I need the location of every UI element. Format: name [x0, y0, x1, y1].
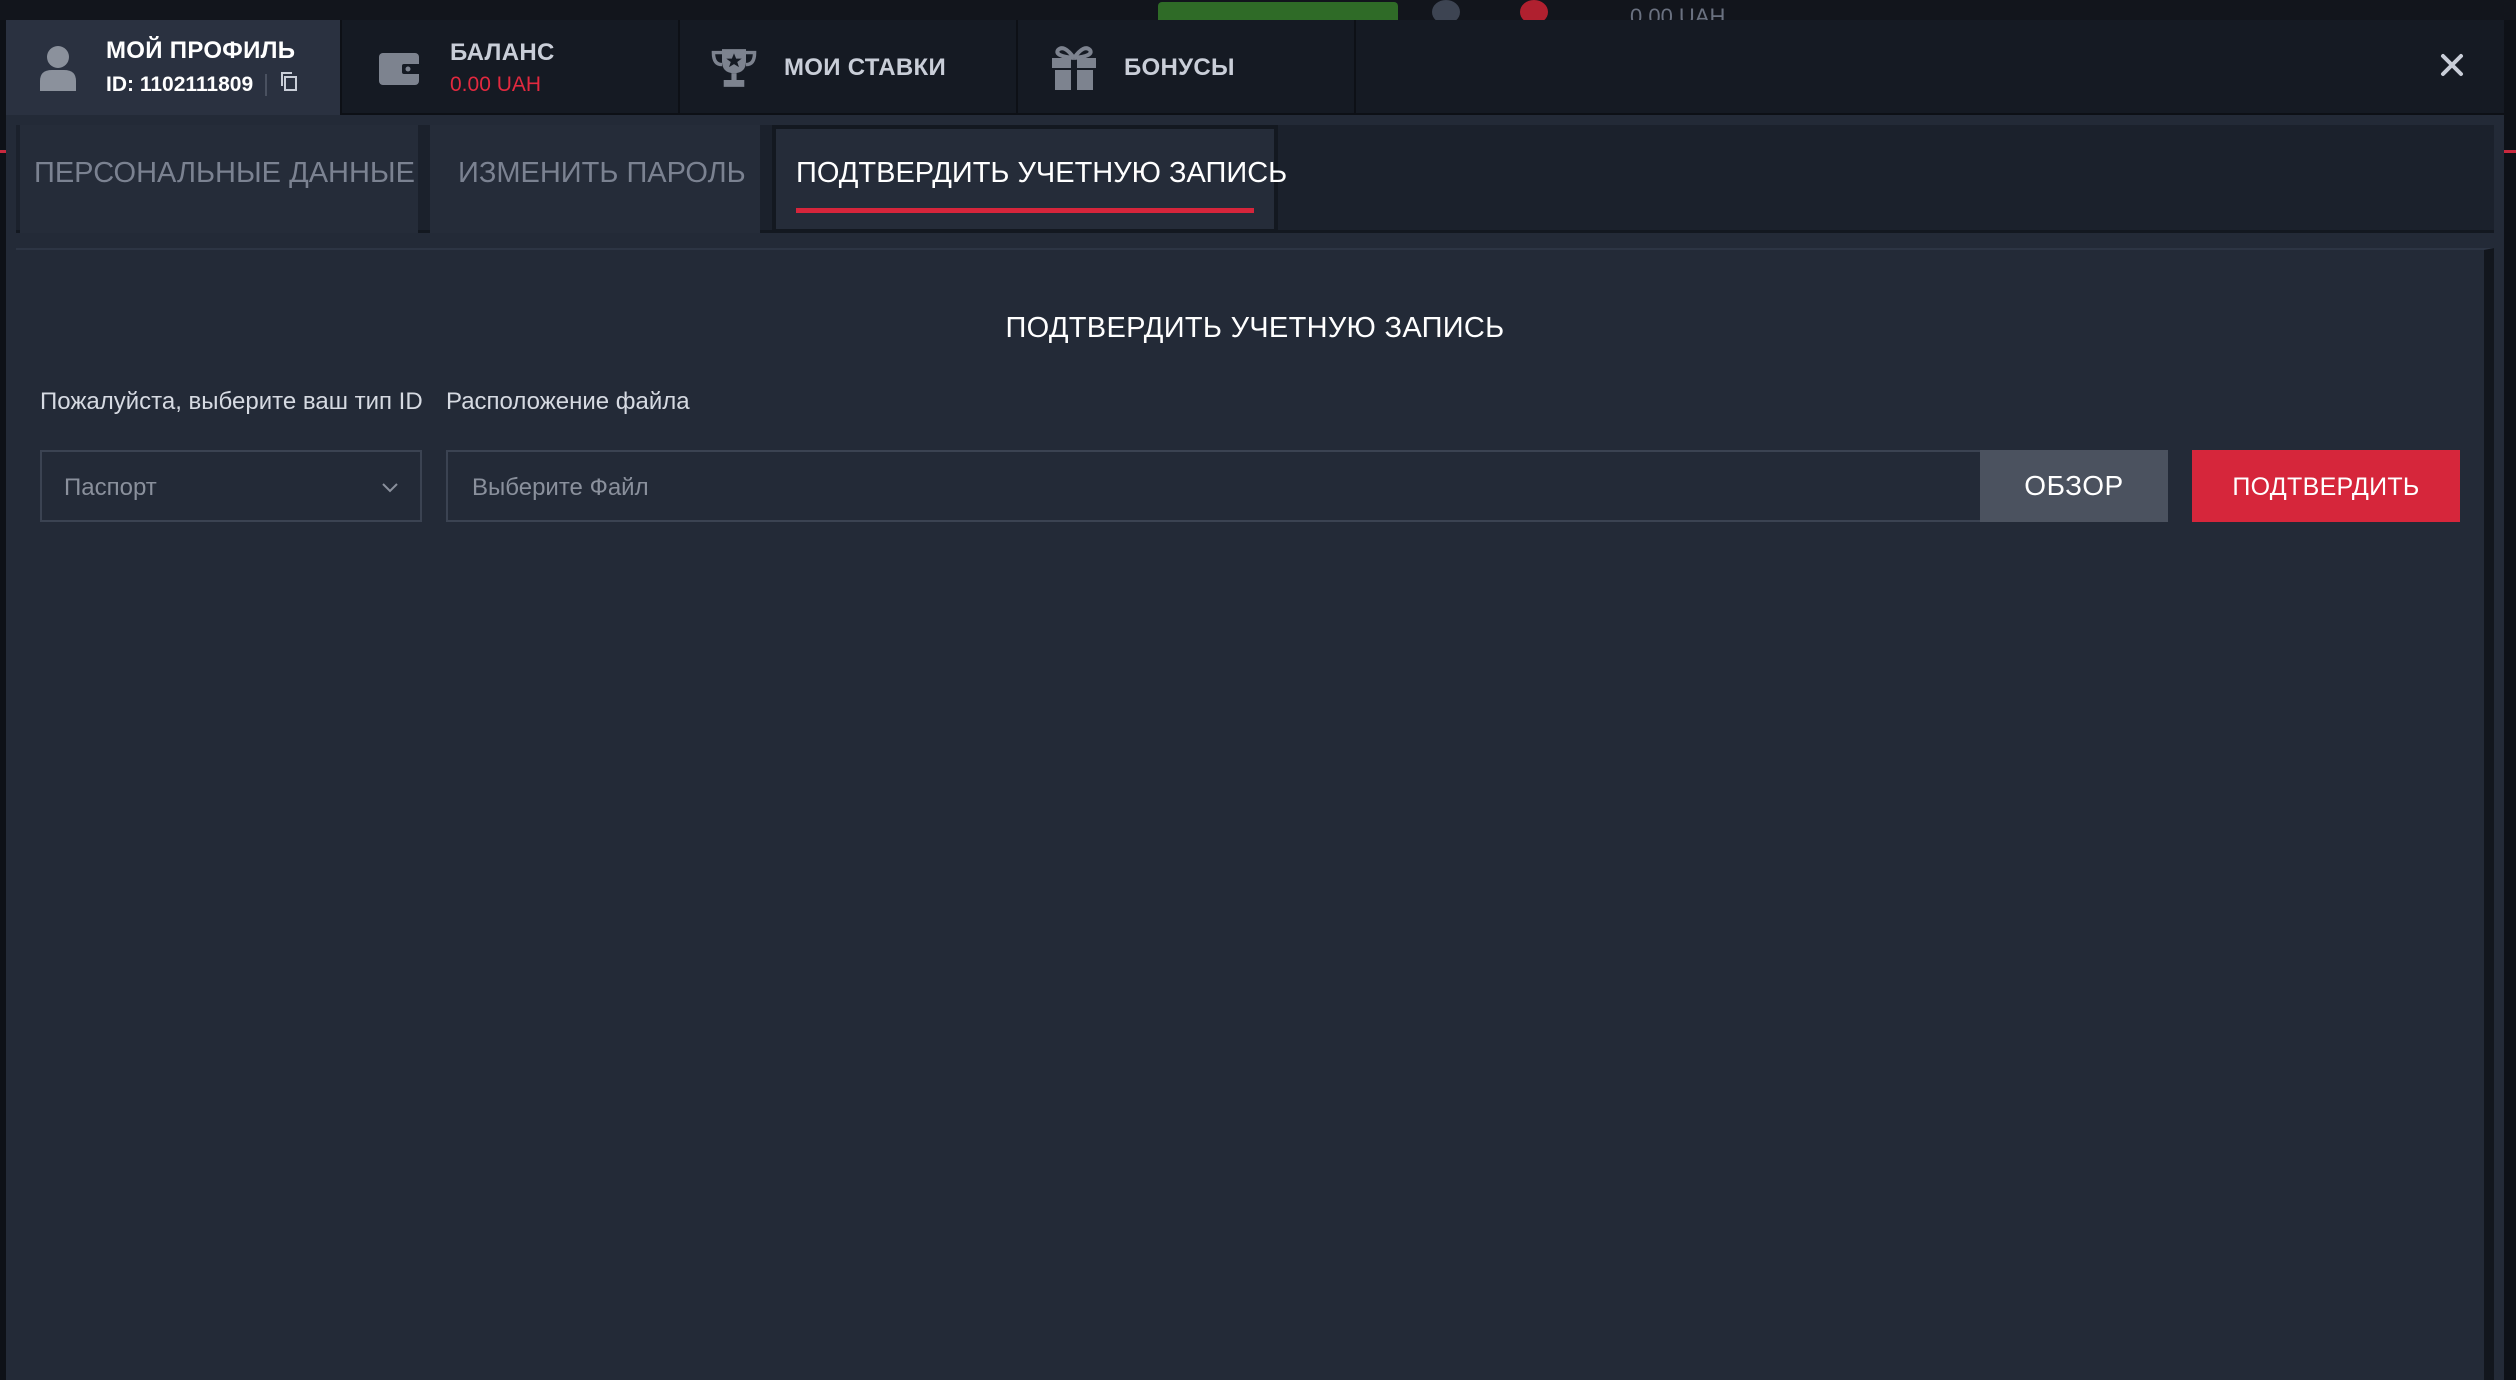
gift-icon — [1050, 44, 1098, 92]
close-button[interactable] — [2432, 47, 2472, 87]
nav-profile-title: МОЙ ПРОФИЛЬ — [106, 36, 296, 64]
nav-bonuses-title: БОНУСЫ — [1124, 53, 1235, 81]
tab-personal-data[interactable]: ПЕРСОНАЛЬНЫЕ ДАННЫЕ — [20, 125, 418, 233]
section-title: ПОДТВЕРДИТЬ УЧЕТНУЮ ЗАПИСЬ — [1005, 312, 1505, 344]
profile-nav: МОЙ ПРОФИЛЬ ID: 1102111809 БАЛАНС 0.00 U… — [6, 20, 2504, 115]
background-accent-line — [2502, 150, 2516, 153]
id-type-value: Паспорт — [64, 474, 157, 501]
divider — [265, 73, 268, 96]
tab-verify-account[interactable]: ПОДТВЕРДИТЬ УЧЕТНУЮ ЗАПИСЬ — [772, 125, 1287, 233]
verify-account-panel: ПОДТВЕРДИТЬ УЧЕТНУЮ ЗАПИСЬ Пожалуйста, в… — [16, 248, 2494, 1380]
tab-change-password[interactable]: ИЗМЕНИТЬ ПАРОЛЬ — [430, 125, 760, 233]
file-path-input[interactable]: Выберите Файл — [446, 450, 1980, 522]
confirm-button[interactable]: ПОДТВЕРДИТЬ — [2192, 450, 2460, 522]
id-type-label: Пожалуйста, выберите ваш тип ID — [40, 388, 423, 415]
profile-subtabs: ПЕРСОНАЛЬНЫЕ ДАННЫЕ ИЗМЕНИТЬ ПАРОЛЬ ПОДТ… — [16, 125, 2494, 233]
background-green-button — [1158, 2, 1398, 20]
trophy-icon — [710, 44, 758, 92]
nav-item-profile[interactable]: МОЙ ПРОФИЛЬ ID: 1102111809 — [6, 20, 342, 115]
user-icon — [34, 44, 82, 92]
nav-balance-title: БАЛАНС — [450, 38, 555, 66]
file-path-placeholder: Выберите Файл — [472, 474, 649, 501]
profile-modal: МОЙ ПРОФИЛЬ ID: 1102111809 БАЛАНС 0.00 U… — [6, 20, 2504, 1380]
nav-bets-title: МОИ СТАВКИ — [784, 53, 947, 81]
file-location-label: Расположение файла — [446, 388, 690, 415]
wallet-icon — [376, 44, 424, 92]
nav-item-my-bets[interactable]: МОИ СТАВКИ — [680, 20, 1018, 115]
balance-value: 0.00 UAH — [450, 72, 542, 96]
nav-item-bonuses[interactable]: БОНУСЫ — [1018, 20, 1356, 115]
tab-verify-account-label: ПОДТВЕРДИТЬ УЧЕТНУЮ ЗАПИСЬ — [796, 157, 1288, 189]
copy-icon[interactable] — [279, 71, 299, 99]
active-tab-indicator — [796, 208, 1254, 213]
browse-button[interactable]: ОБЗОР — [1980, 450, 2168, 522]
close-icon — [2440, 53, 2464, 82]
chevron-down-icon — [380, 474, 400, 502]
id-type-select[interactable]: Паспорт — [40, 450, 422, 522]
profile-id: ID: 1102111809 — [106, 72, 254, 96]
nav-item-balance[interactable]: БАЛАНС 0.00 UAH — [342, 20, 680, 115]
